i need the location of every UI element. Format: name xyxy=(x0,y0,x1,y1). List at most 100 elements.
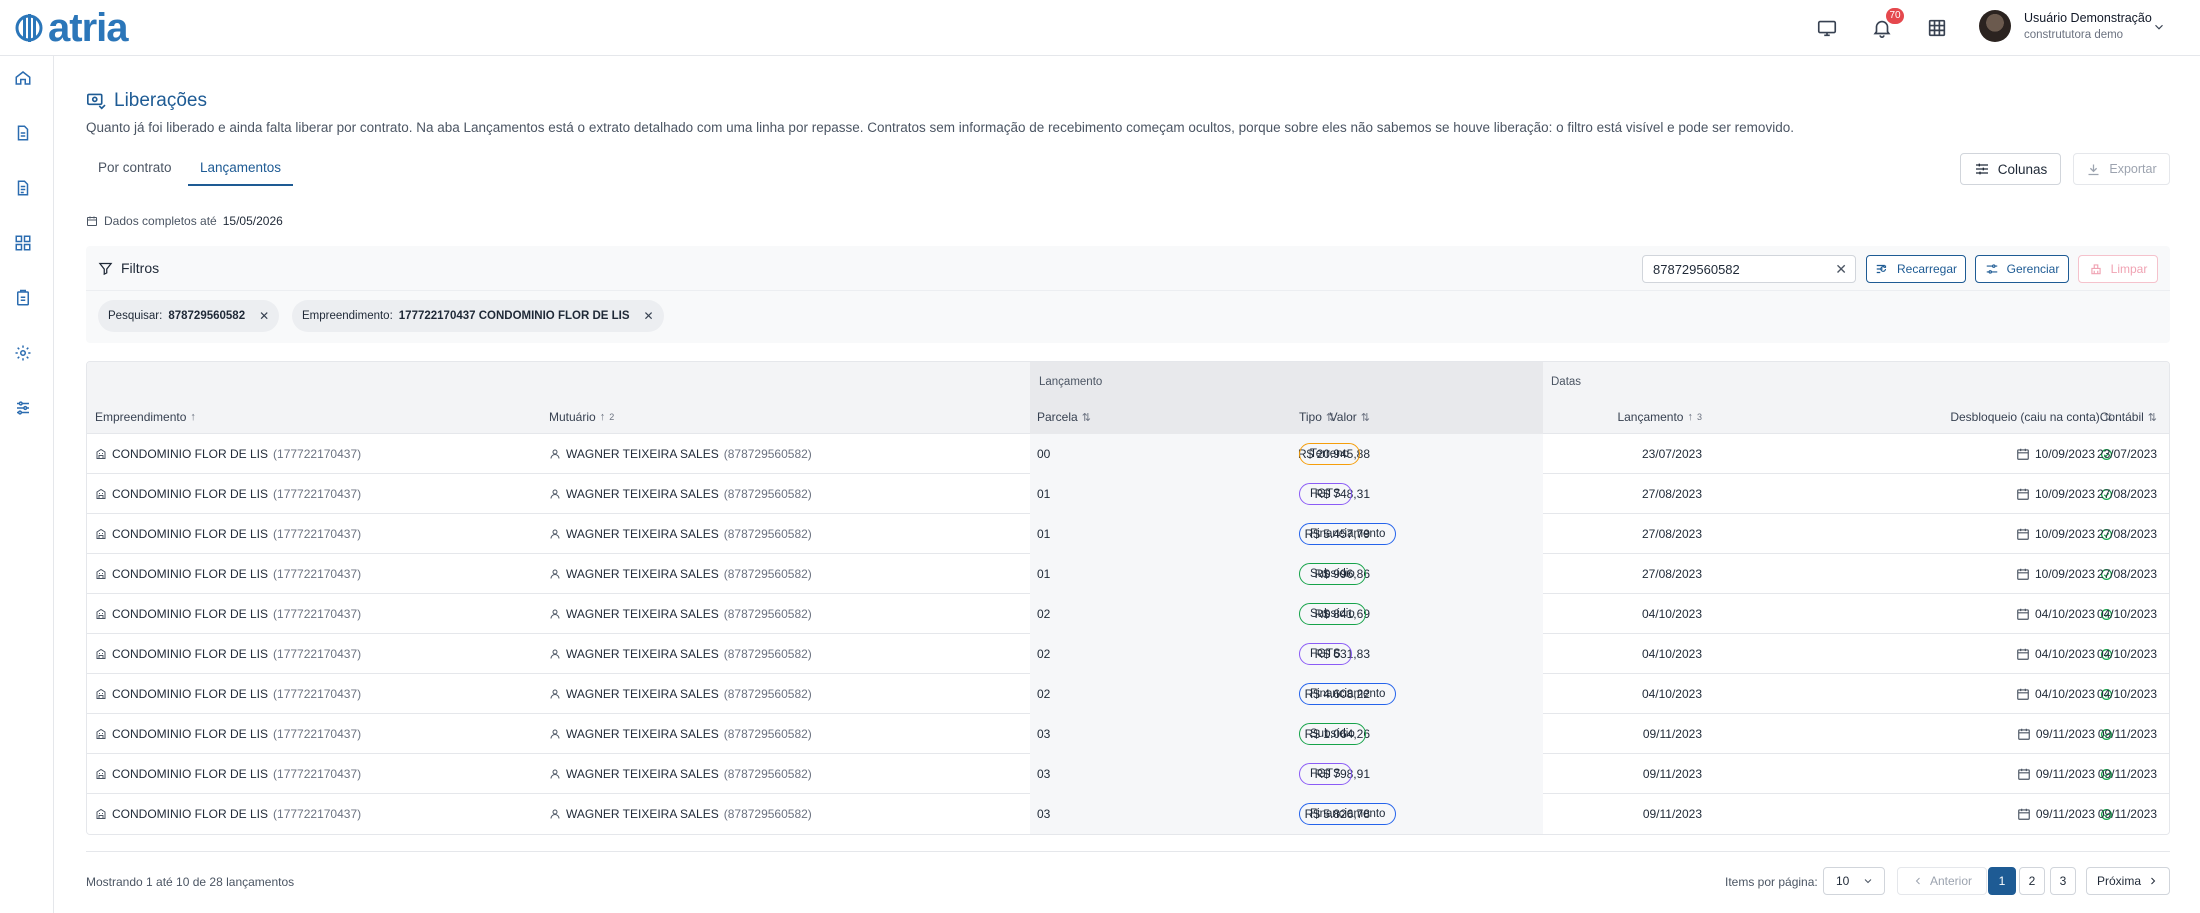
col-lancamento[interactable]: Lançamento ↑ 3 xyxy=(1537,410,1702,424)
page-header: Liberações xyxy=(86,90,207,112)
cell-mutuario: WAGNER TEIXEIRA SALES (878729560582) xyxy=(549,647,812,661)
search-value: 878729560582 xyxy=(1653,262,1740,277)
manage-button[interactable]: Gerenciar xyxy=(1975,255,2069,283)
grid-icon[interactable] xyxy=(1926,17,1948,39)
table-row[interactable]: CONDOMINIO FLOR DE LIS (177722170437) WAGN… xyxy=(87,434,2169,474)
data-note-prefix: Dados completos até xyxy=(104,214,217,228)
remove-chip-icon[interactable]: ✕ xyxy=(259,309,269,323)
remove-chip-icon[interactable]: ✕ xyxy=(644,309,654,323)
document-icon[interactable] xyxy=(14,124,32,142)
filter-chip-search[interactable]: Pesquisar: 878729560582 ✕ xyxy=(98,300,280,332)
file-text-icon[interactable] xyxy=(14,179,32,197)
building-icon xyxy=(96,688,106,699)
col-mutuario[interactable]: Mutuário ↑ 2 xyxy=(549,410,614,424)
cell-lancamento: 23/07/2023 xyxy=(1641,447,1702,461)
cell-mutuario: WAGNER TEIXEIRA SALES (878729560582) xyxy=(549,687,812,701)
table-row[interactable]: CONDOMINIO FLOR DE LIS (177722170437) WAGN… xyxy=(87,714,2169,754)
sort-both-icon: ⇅ xyxy=(1081,411,1091,424)
table-row[interactable]: CONDOMINIO FLOR DE LIS (177722170437) WAGN… xyxy=(87,514,2169,554)
building-icon xyxy=(96,648,106,659)
cell-contabil: 09/11/2023 xyxy=(2097,767,2157,781)
monitor-icon[interactable] xyxy=(1816,17,1838,39)
page-button-3[interactable]: 3 xyxy=(2050,867,2076,895)
avatar[interactable] xyxy=(1979,10,2011,42)
clipboard-icon[interactable] xyxy=(14,289,32,307)
col-parcela-label: Parcela xyxy=(1037,410,1078,424)
filters-header: Filtros 878729560582 ✕ Recarregar Gerenc… xyxy=(86,246,2170,291)
mutuario-id: (878729560582) xyxy=(723,487,812,501)
tipo-label: Subsídio xyxy=(1310,568,1355,580)
user-org[interactable]: constrututora demo xyxy=(2024,29,2123,41)
prev-page-label: Anterior xyxy=(1929,874,1973,888)
sort-asc-icon: ↑ xyxy=(190,411,196,423)
group-label-lancamento: Lançamento xyxy=(1039,376,1103,388)
home-icon[interactable] xyxy=(14,69,32,87)
columns-button[interactable]: Colunas xyxy=(1960,153,2061,185)
next-page-button[interactable]: Próxima xyxy=(2086,867,2170,895)
prev-page-button[interactable]: Anterior xyxy=(1897,867,1987,895)
cell-mutuario: WAGNER TEIXEIRA SALES (878729560582) xyxy=(549,487,812,501)
items-per-page-value: 10 xyxy=(1836,874,1850,888)
col-parcela[interactable]: Parcela ⇅ xyxy=(1037,410,1091,424)
search-input[interactable]: 878729560582 ✕ xyxy=(1642,255,1856,283)
gear-icon[interactable] xyxy=(14,344,32,362)
tab-lancamentos[interactable]: Lançamentos xyxy=(188,156,294,186)
chevron-down-icon[interactable] xyxy=(2152,20,2166,34)
building-icon xyxy=(96,768,106,779)
cell-contabil: 27/08/2023 xyxy=(2096,567,2157,581)
table-row[interactable]: CONDOMINIO FLOR DE LIS (177722170437) WAGN… xyxy=(87,754,2169,794)
tipo-label: Subsídio xyxy=(1310,728,1355,740)
footer-divider xyxy=(86,851,2170,852)
filters-title-label: Filtros xyxy=(121,260,160,276)
chip-value: 177722170437 CONDOMINIO FLOR DE LIS xyxy=(398,310,630,322)
col-contabil[interactable]: Contábil ⇅ xyxy=(2037,410,2157,424)
chip-key: Empreendimento: xyxy=(302,310,393,322)
cell-contabil: 09/11/2023 xyxy=(2097,727,2157,741)
atria-logo-icon xyxy=(15,14,43,42)
building-icon xyxy=(96,808,106,819)
mutuario-id: (878729560582) xyxy=(723,567,812,581)
empreendimento-id: (177722170437) xyxy=(273,567,362,581)
data-note-date: 15/05/2026 xyxy=(222,214,283,228)
cell-empreendimento: CONDOMINIO FLOR DE LIS (177722170437) xyxy=(95,607,361,621)
col-empreendimento[interactable]: Empreendimento ↑ xyxy=(95,410,196,424)
cell-lancamento: 27/08/2023 xyxy=(1641,487,1702,501)
cell-empreendimento: CONDOMINIO FLOR DE LIS (177722170437) xyxy=(95,447,361,461)
tab-por-contrato[interactable]: Por contrato xyxy=(98,156,172,186)
cell-lancamento: 27/08/2023 xyxy=(1641,567,1702,581)
cell-parcela: 03 xyxy=(1037,727,1051,741)
building-icon xyxy=(96,568,106,579)
filter-chip-empreendimento[interactable]: Empreendimento: 177722170437 CONDOMINIO … xyxy=(292,300,664,332)
notification-badge: 70 xyxy=(1886,8,1904,24)
table-row[interactable]: CONDOMINIO FLOR DE LIS (177722170437) WAGN… xyxy=(87,554,2169,594)
page-button-2[interactable]: 2 xyxy=(2019,867,2045,895)
cell-mutuario: WAGNER TEIXEIRA SALES (878729560582) xyxy=(549,727,812,741)
cell-mutuario: WAGNER TEIXEIRA SALES (878729560582) xyxy=(549,447,812,461)
sliders-icon[interactable] xyxy=(14,399,32,417)
user-name[interactable]: Usuário Demonstração xyxy=(2024,11,2152,25)
clear-search-icon[interactable]: ✕ xyxy=(1835,261,1847,278)
table-row[interactable]: CONDOMINIO FLOR DE LIS (177722170437) WAGN… xyxy=(87,674,2169,714)
reload-button[interactable]: Recarregar xyxy=(1866,255,1966,283)
empreendimento-id: (177722170437) xyxy=(273,607,362,621)
dashboard-icon[interactable] xyxy=(14,234,32,252)
export-button[interactable]: Exportar xyxy=(2073,153,2170,185)
page-button-1[interactable]: 1 xyxy=(1988,867,2016,895)
table-row[interactable]: CONDOMINIO FLOR DE LIS (177722170437) WAGN… xyxy=(87,634,2169,674)
calendar-icon xyxy=(2017,648,2029,660)
col-tipo[interactable]: Tipo ⇅ xyxy=(1299,410,1335,424)
cell-empreendimento: CONDOMINIO FLOR DE LIS (177722170437) xyxy=(95,727,361,741)
cell-contabil: 04/10/2023 xyxy=(2096,607,2157,621)
items-per-page-select[interactable]: 10 xyxy=(1823,867,1885,895)
empreendimento-name: CONDOMINIO FLOR DE LIS xyxy=(112,687,269,701)
user-icon xyxy=(550,569,560,579)
reload-icon xyxy=(1876,264,1887,274)
col-mutuario-label: Mutuário xyxy=(549,410,596,424)
table-row[interactable]: CONDOMINIO FLOR DE LIS (177722170437) WAGN… xyxy=(87,594,2169,634)
export-label: Exportar xyxy=(2109,162,2157,176)
clear-filters-button[interactable]: Limpar xyxy=(2078,255,2158,283)
cell-mutuario: WAGNER TEIXEIRA SALES (878729560582) xyxy=(549,807,812,821)
brand-logo[interactable]: atria xyxy=(14,8,128,48)
table-row[interactable]: CONDOMINIO FLOR DE LIS (177722170437) WAGN… xyxy=(87,474,2169,514)
table-row[interactable]: CONDOMINIO FLOR DE LIS (177722170437) WAGN… xyxy=(87,794,2169,834)
